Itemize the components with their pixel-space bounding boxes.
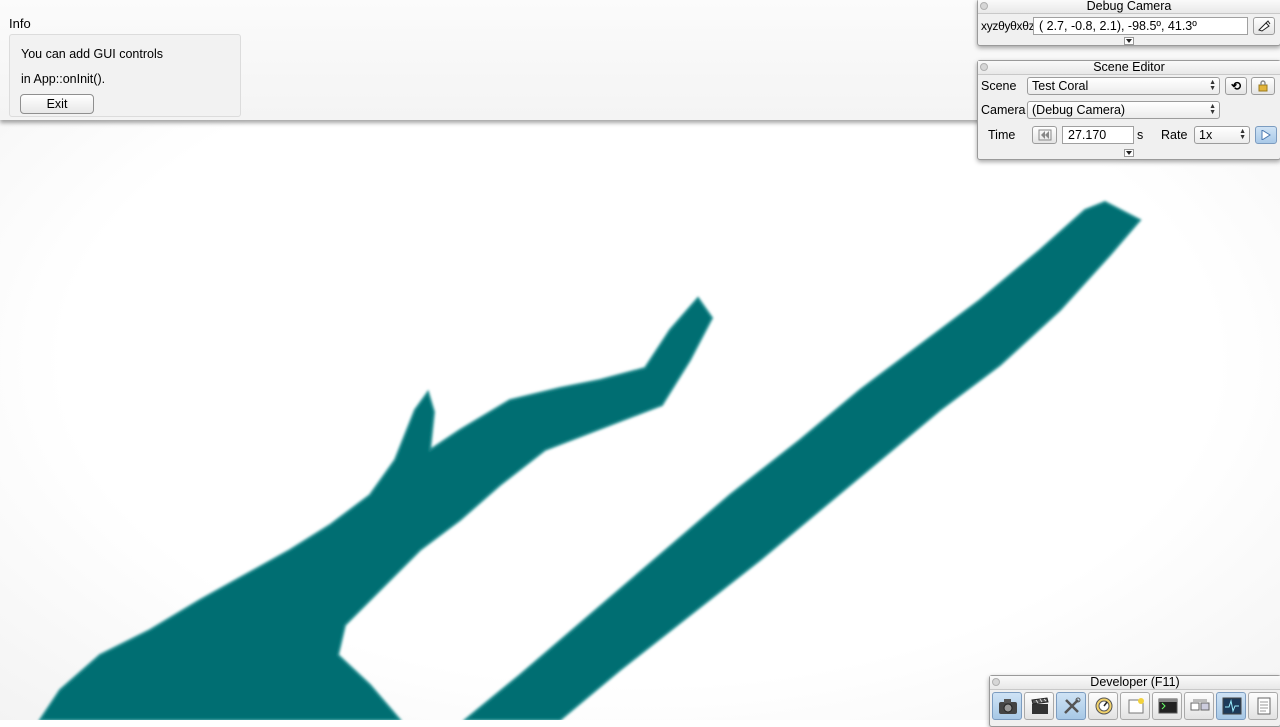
rewind-icon — [1038, 129, 1051, 141]
tools-icon — [1064, 697, 1081, 714]
play-button[interactable] — [1255, 126, 1277, 144]
camera-control-button[interactable] — [1088, 692, 1118, 720]
close-icon[interactable] — [980, 2, 988, 10]
chevron-down-icon[interactable] — [1124, 149, 1134, 157]
scene-graph-icon — [1190, 699, 1210, 711]
speedometer-icon — [1095, 697, 1113, 715]
new-window-icon — [1128, 698, 1144, 714]
rate-select[interactable]: 1x ▲ ▼ — [1194, 126, 1250, 144]
profiler-icon — [1222, 697, 1242, 715]
debug-camera-window: Debug Camera xyzθyθxθz ( 2.7, -0.8, 2.1)… — [977, 0, 1280, 46]
console-icon — [1158, 698, 1178, 714]
info-text-line: You can add GUI controls — [21, 47, 163, 61]
new-window-button[interactable] — [1120, 692, 1150, 720]
scene-graph-button[interactable] — [1184, 692, 1214, 720]
chevron-updown-icon: ▲ ▼ — [1239, 128, 1246, 141]
camera-label: Camera — [981, 103, 1026, 117]
clipboard-icon — [1258, 20, 1271, 32]
camera-icon — [999, 699, 1017, 714]
video-record-button[interactable] — [1024, 692, 1054, 720]
camera-coordinate-field[interactable]: ( 2.7, -0.8, 2.1), -98.5º, 41.3º — [1033, 17, 1248, 35]
reload-scene-button[interactable]: ⟲ — [1225, 77, 1247, 95]
camera-select[interactable]: (Debug Camera) ▲ ▼ — [1027, 101, 1220, 119]
time-field[interactable]: 27.170 — [1062, 126, 1134, 144]
scene-label: Scene — [981, 79, 1017, 93]
time-label: Time — [988, 128, 1016, 142]
console-button[interactable] — [1152, 692, 1182, 720]
reload-icon: ⟲ — [1230, 79, 1242, 93]
time-unit: s — [1137, 128, 1144, 142]
info-text-line: in App::onInit(). — [21, 72, 106, 86]
scene-editor-title[interactable]: Scene Editor — [978, 61, 1280, 75]
profiler-button[interactable] — [1216, 692, 1246, 720]
coordinate-label: xyzθyθxθz — [981, 19, 1035, 33]
lock-icon — [1258, 80, 1268, 92]
film-clapper-icon — [1031, 697, 1049, 714]
scene-select-value: Test Coral — [1032, 79, 1089, 93]
scene-editor-window: Scene Editor Scene Test Coral ▲ ▼ ⟲ Camer… — [977, 60, 1280, 160]
camera-copy-button[interactable] — [1253, 17, 1275, 35]
info-document-button[interactable] — [1248, 692, 1278, 720]
developer-title[interactable]: Developer (F11) — [990, 676, 1280, 690]
rate-select-value: 1x — [1199, 128, 1213, 142]
chevron-down-icon[interactable] — [1124, 37, 1134, 45]
camera-select-value: (Debug Camera) — [1032, 103, 1126, 117]
lock-button[interactable] — [1251, 77, 1275, 95]
scene-select[interactable]: Test Coral ▲ ▼ — [1027, 77, 1220, 95]
chevron-updown-icon: ▲ ▼ — [1209, 79, 1216, 92]
chevron-updown-icon: ▲ ▼ — [1209, 103, 1216, 116]
exit-button[interactable]: Exit — [20, 94, 94, 114]
developer-window: Developer (F11) — [989, 675, 1280, 727]
close-icon[interactable] — [980, 63, 988, 71]
play-icon — [1261, 129, 1271, 141]
developer-tools-button[interactable] — [1056, 692, 1086, 720]
document-icon — [1257, 697, 1271, 715]
info-title: Info — [9, 16, 31, 31]
rewind-button[interactable] — [1032, 126, 1057, 144]
debug-camera-title[interactable]: Debug Camera — [978, 0, 1280, 14]
screenshot-button[interactable] — [992, 692, 1022, 720]
info-content-box: You can add GUI controls in App::onInit(… — [9, 34, 241, 117]
close-icon[interactable] — [992, 678, 1000, 686]
rate-label: Rate — [1161, 128, 1188, 142]
